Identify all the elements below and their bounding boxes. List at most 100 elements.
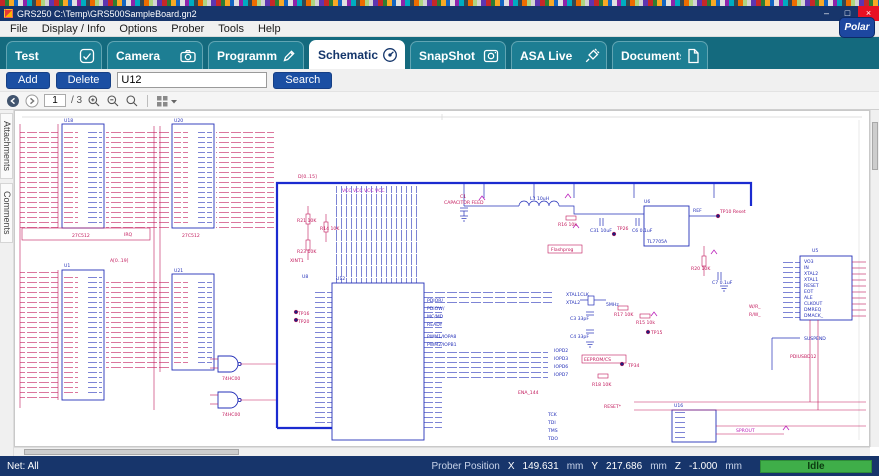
schematic-label: A[0..19] <box>110 258 129 264</box>
schematic-label: C7 0.1uF <box>712 280 733 286</box>
z-unit: mm <box>725 461 742 472</box>
zoom-in-button[interactable] <box>87 94 101 108</box>
schematic-label: PDIOW/ <box>427 306 445 312</box>
page-count: / 3 <box>71 95 82 106</box>
caret-down-icon <box>171 100 177 104</box>
schematic-label: EOT <box>804 289 814 295</box>
menu-item-file[interactable]: File <box>3 23 35 35</box>
schematic-viewport: U18U2027C51227C512IRQA[0..19]U1U2174HC00… <box>14 110 879 456</box>
horizontal-scrollbar-thumb[interactable] <box>24 449 239 455</box>
schematic-label: U20 <box>174 118 183 124</box>
schematic-label: 5MHz <box>606 302 619 308</box>
schematic-label: PDIUSBD12 <box>790 354 817 360</box>
minimize-button[interactable]: – <box>816 6 837 21</box>
y-axis-label: Y <box>591 461 598 472</box>
schematic-label: C1 <box>460 194 466 200</box>
schematic-label: R23 10K <box>297 249 317 255</box>
schematic-label: PWM1/IOPA8 <box>427 334 456 340</box>
schematic-label: L3 10uH <box>530 196 549 202</box>
schematic-label: U18 <box>64 118 73 124</box>
search-button[interactable]: Search <box>273 72 332 89</box>
schematic-label: Flashprog <box>551 247 574 253</box>
page-input[interactable] <box>44 94 66 107</box>
titlebar: GRS250 C:\Temp\GRS500SampleBoard.gn2 – □… <box>0 6 879 21</box>
schematic-label: U16 <box>674 403 683 409</box>
schematic-label: U1 <box>64 263 70 269</box>
side-tab-attachments[interactable]: Attachments <box>0 113 13 179</box>
tab-camera[interactable]: Camera <box>107 41 203 69</box>
view-options-button[interactable] <box>156 94 178 108</box>
tab-asa-live[interactable]: ASA Live <box>511 41 607 69</box>
menu-item-prober[interactable]: Prober <box>164 23 211 35</box>
x-unit: mm <box>567 461 584 472</box>
nand-gate <box>218 356 238 372</box>
x-axis-value: 149.631 <box>523 461 559 472</box>
schematic-label: CAPACITOR FEED <box>444 200 484 206</box>
schematic-label: TMS <box>547 428 558 434</box>
menu-item-help[interactable]: Help <box>251 23 288 35</box>
schematic-label: TP10 Reset <box>719 209 746 215</box>
application-window: GRS250 C:\Temp\GRS500SampleBoard.gn2 – □… <box>0 0 879 476</box>
schematic-label: IRQ <box>124 232 133 238</box>
main-tabbar: Test Camera Programming Schematic SnapSh… <box>0 37 879 69</box>
tab-programming[interactable]: Programming <box>208 41 304 69</box>
side-tab-comments[interactable]: Comments <box>0 183 13 243</box>
back-button[interactable] <box>6 94 20 108</box>
schematic-label: TP20 <box>297 319 309 325</box>
schematic-label: IOPD7 <box>554 372 568 378</box>
vertical-scrollbar[interactable] <box>870 110 879 447</box>
schematic-label: R18 10K <box>592 382 612 388</box>
schematic-label: U21 <box>174 268 183 274</box>
schematic-label: RESET* <box>604 404 622 410</box>
horizontal-scrollbar[interactable] <box>14 447 870 456</box>
zoom-out-button[interactable] <box>106 94 120 108</box>
schematic-label: TP16 <box>297 311 309 317</box>
menu-item-tools[interactable]: Tools <box>211 23 251 35</box>
nand-gate <box>218 392 238 408</box>
tab-schematic[interactable]: Schematic <box>309 40 405 69</box>
schematic-label: R21 10K <box>297 218 317 224</box>
schematic-label: C31 10uF <box>590 228 612 234</box>
x-axis-label: X <box>508 461 515 472</box>
schematic-label: D[0..15] <box>298 174 317 180</box>
app-icon <box>4 9 13 18</box>
menu-item-display-info[interactable]: Display / Info <box>35 23 113 35</box>
add-button[interactable]: Add <box>6 72 50 89</box>
tab-snapshot[interactable]: SnapShot <box>410 41 506 69</box>
y-axis-value: 217.686 <box>606 461 642 472</box>
delete-button[interactable]: Delete <box>56 72 112 89</box>
content-area: Attachments Comments <box>0 110 879 456</box>
schematic-label: IOPD2 <box>554 348 568 354</box>
schematic-label: TP34 <box>627 363 639 369</box>
component-search-input[interactable] <box>117 72 267 88</box>
schematic-label: C6 0.1uF <box>632 228 653 234</box>
tab-test[interactable]: Test <box>6 41 102 69</box>
schematic-label: U12 <box>336 276 345 282</box>
schematic-label: IOPD6 <box>554 364 568 370</box>
window-title: GRS250 C:\Temp\GRS500SampleBoard.gn2 <box>17 9 197 19</box>
schematic-label: CLKOUT <box>804 301 823 307</box>
forward-button[interactable] <box>25 94 39 108</box>
view-toolbar: / 3 <box>0 92 879 110</box>
side-tab-strip: Attachments Comments <box>0 110 14 456</box>
schematic-label: U5 <box>812 248 818 254</box>
schematic-label: PDIOR/ <box>427 298 443 304</box>
schematic-label: VO3 <box>804 259 814 265</box>
photo-icon <box>482 47 500 65</box>
dial-icon <box>381 46 399 64</box>
camera-icon <box>179 47 197 65</box>
schematic-label: U6 <box>644 199 650 205</box>
menu-item-options[interactable]: Options <box>112 23 164 35</box>
schematic-label: R16 10k <box>558 222 577 228</box>
tab-documents[interactable]: Documents <box>612 41 708 69</box>
schematic-label: TCK <box>547 412 558 418</box>
zoom-window-button[interactable] <box>125 94 139 108</box>
schematic-label: TP15 <box>650 330 662 336</box>
schematic-label: DMACK_ <box>804 313 824 319</box>
vertical-scrollbar-thumb[interactable] <box>872 122 878 170</box>
z-axis-value: -1.000 <box>689 461 717 472</box>
schematic-label: C3 33pF <box>570 316 589 322</box>
schematic-label: 27C512 <box>182 233 200 239</box>
toolbar-separator <box>147 95 148 107</box>
schematic-canvas[interactable]: U18U2027C51227C512IRQA[0..19]U1U2174HC00… <box>14 110 870 447</box>
